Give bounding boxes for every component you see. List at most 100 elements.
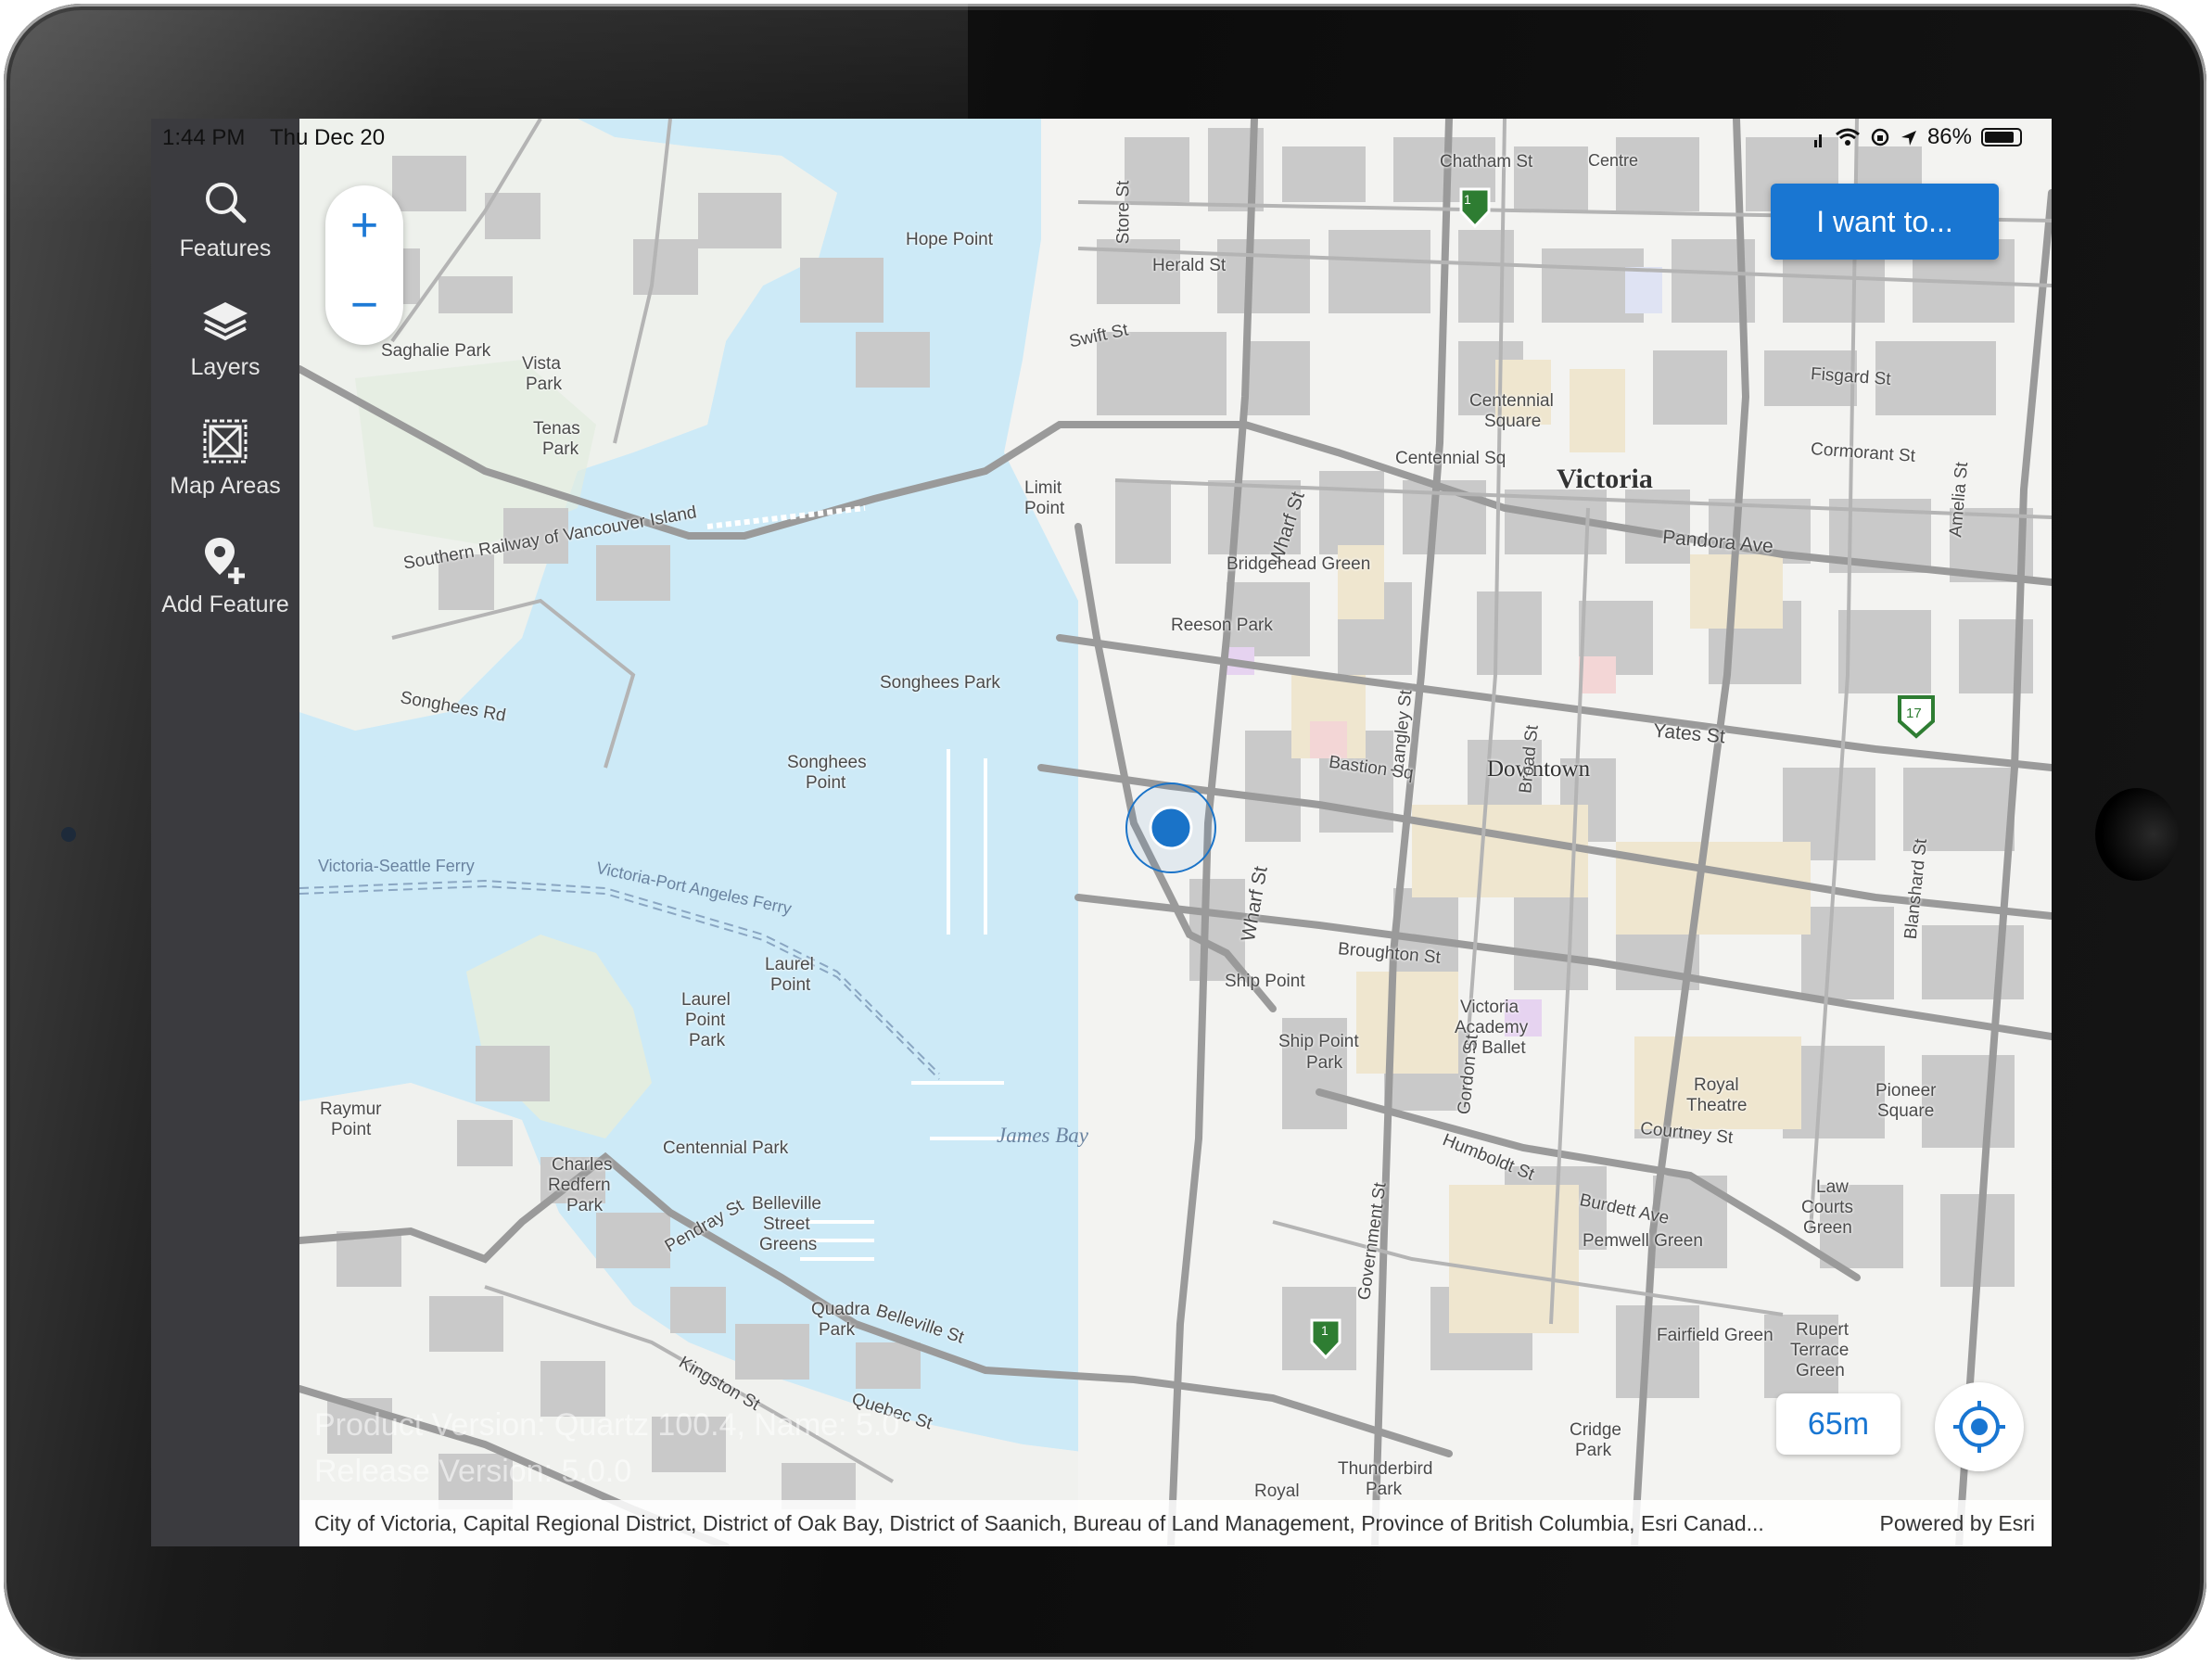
map-label: Law — [1816, 1177, 1849, 1197]
map-label: Royal — [1694, 1075, 1739, 1095]
add-feature-icon — [205, 538, 245, 584]
zoom-control: + − — [325, 185, 403, 345]
map-label: Park — [1306, 1053, 1343, 1073]
orientation-lock-icon — [1870, 127, 1890, 147]
map-label: Pioneer — [1875, 1081, 1937, 1100]
crosshair-icon — [1953, 1401, 2005, 1453]
map-label: Ship Point — [1225, 972, 1305, 991]
map-label: Hope Point — [906, 230, 994, 249]
map-areas-icon — [203, 419, 248, 464]
map-label: Centennial — [1469, 391, 1554, 411]
map-label: Square — [1484, 412, 1542, 431]
map-label: Songhees Park — [880, 673, 1000, 693]
battery-percent: 86% — [1926, 124, 1972, 149]
map-label: Victoria — [1460, 998, 1519, 1017]
map-label: Park — [819, 1320, 856, 1340]
status-date: Thu Dec 20 — [270, 125, 386, 150]
sidebar-item-label: Map Areas — [170, 473, 281, 499]
map-label: Victoria — [1557, 464, 1653, 494]
screen: Centre Chatham St Herald St Swift St Sto… — [151, 119, 2052, 1546]
front-camera — [61, 827, 76, 842]
map-label: Point — [685, 1011, 726, 1030]
map-view[interactable]: Centre Chatham St Herald St Swift St Sto… — [299, 119, 2052, 1546]
signal-icon — [1813, 128, 1825, 147]
current-location-dot[interactable] — [1149, 806, 1193, 850]
map-label: Park — [526, 375, 563, 394]
map-label: Park — [689, 1031, 726, 1050]
map-label: Rupert — [1796, 1320, 1850, 1340]
map-label: Raymur — [320, 1100, 382, 1119]
map-label: Courts — [1801, 1198, 1853, 1217]
map-label: Park — [1366, 1480, 1403, 1499]
map-label: Centennial Park — [663, 1138, 789, 1158]
map-label: Thunderbird — [1338, 1459, 1433, 1479]
sidebar-item-layers[interactable]: Layers — [151, 297, 299, 381]
sidebar-item-label: Features — [179, 235, 272, 261]
i-want-to-button[interactable]: I want to... — [1771, 184, 1999, 260]
map-label: Ship Point — [1278, 1032, 1359, 1051]
version-overlay-line2: Release Version: 5.0.0 — [314, 1454, 632, 1489]
basemap — [299, 119, 2052, 1546]
map-label: Store St — [1113, 180, 1134, 245]
map-label: Belleville — [752, 1194, 821, 1214]
sidebar-item-map-areas[interactable]: Map Areas — [151, 415, 299, 500]
locate-button[interactable] — [1935, 1382, 2024, 1471]
tablet-frame: Centre Chatham St Herald St Swift St Sto… — [4, 4, 2206, 1660]
map-label: Green — [1796, 1361, 1845, 1380]
map-label: Cridge — [1570, 1420, 1621, 1440]
map-label: Park — [542, 439, 579, 459]
attribution-bar: City of Victoria, Capital Regional Distr… — [299, 1500, 2052, 1546]
battery-fill — [1985, 132, 2014, 143]
map-label: Laurel — [765, 955, 814, 974]
zoom-out-button[interactable]: − — [325, 265, 403, 345]
highway-17-label: 17 — [1906, 706, 1922, 721]
map-label: Terrace — [1790, 1341, 1850, 1360]
map-label: Centennial Sq — [1395, 449, 1506, 468]
map-label: Point — [806, 773, 846, 793]
map-label: Royal — [1254, 1482, 1300, 1501]
map-label: Tenas — [533, 419, 580, 439]
map-label: Songhees — [787, 753, 867, 772]
status-bar: 1:44 PM Thu Dec 20 86% — [151, 119, 2052, 156]
layers-icon — [203, 302, 248, 341]
powered-by-esri[interactable]: Powered by Esri — [1880, 1511, 2035, 1536]
map-label: Theatre — [1686, 1096, 1748, 1115]
location-arrow-icon — [1900, 128, 1918, 146]
status-time: 1:44 PM — [162, 125, 246, 150]
version-overlay-line1: Product Version: Quartz 100.4, Name: 5.0 — [314, 1407, 900, 1443]
map-label: Park — [566, 1196, 604, 1215]
map-label: Limit — [1024, 478, 1062, 498]
highway-1b-label: 1 — [1321, 1323, 1328, 1338]
map-label: Point — [331, 1120, 372, 1139]
sidebar-item-features[interactable]: Features — [151, 178, 299, 262]
map-label: Laurel — [681, 990, 731, 1010]
map-label: Victoria-Seattle Ferry — [318, 857, 475, 875]
map-label: Park — [1575, 1441, 1612, 1460]
map-label: Point — [770, 975, 811, 995]
map-label: Pemwell Green — [1583, 1231, 1703, 1251]
map-label: Quadra — [811, 1300, 871, 1319]
search-icon — [206, 183, 247, 223]
map-label: Fairfield Green — [1657, 1326, 1773, 1345]
map-label: Redfern — [548, 1176, 611, 1195]
wifi-icon — [1835, 127, 1861, 147]
map-label: Vista — [522, 354, 561, 374]
sidebar: Features Layers Map Areas Add Feature — [151, 119, 299, 1546]
map-label: Herald St — [1152, 256, 1227, 275]
status-indicators: 86% — [1813, 124, 2022, 150]
sidebar-item-label: Add Feature — [161, 591, 289, 617]
map-label: Greens — [759, 1235, 818, 1254]
map-label: James Bay — [997, 1124, 1088, 1147]
map-label: Square — [1877, 1101, 1935, 1121]
map-label: Street — [763, 1215, 810, 1234]
attribution-text[interactable]: City of Victoria, Capital Regional Distr… — [314, 1511, 1764, 1536]
map-label: Green — [1803, 1218, 1852, 1238]
home-button[interactable] — [2095, 788, 2179, 881]
zoom-in-button[interactable]: + — [325, 185, 403, 265]
map-label: Reeson Park — [1171, 616, 1273, 635]
sidebar-item-label: Layers — [190, 354, 261, 380]
map-label: Charles — [552, 1155, 613, 1175]
sidebar-item-add-feature[interactable]: Add Feature — [151, 534, 299, 618]
highway-1-label: 1 — [1464, 192, 1471, 207]
scale-indicator[interactable]: 65m — [1776, 1393, 1901, 1455]
